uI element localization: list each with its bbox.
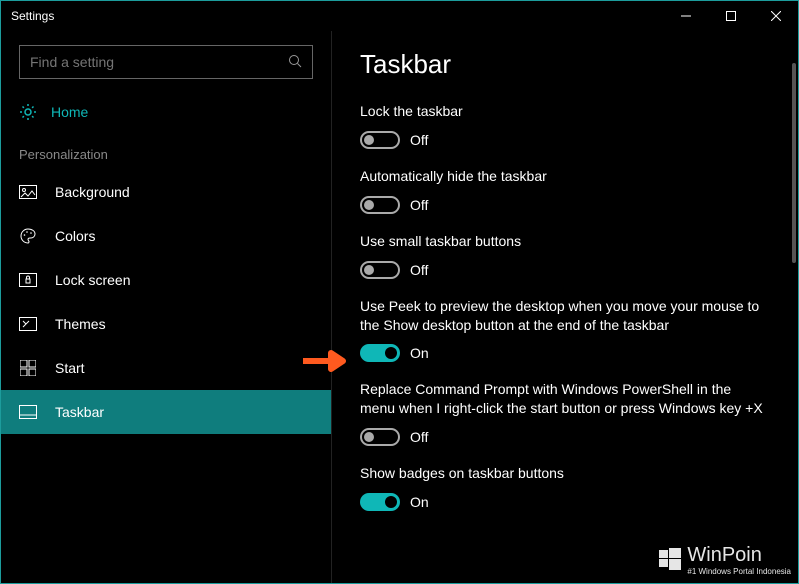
gear-icon <box>19 103 37 121</box>
start-icon <box>19 359 37 377</box>
setting-label: Automatically hide the taskbar <box>360 167 770 186</box>
search-input[interactable] <box>30 54 288 70</box>
setting-label: Use Peek to preview the desktop when you… <box>360 297 770 335</box>
home-label: Home <box>51 104 88 120</box>
watermark-brand: WinPoin <box>687 544 761 566</box>
setting-small-buttons: Use small taskbar buttons Off <box>360 232 770 279</box>
sidebar-item-start[interactable]: Start <box>1 346 331 390</box>
sidebar-item-lockscreen[interactable]: Lock screen <box>1 258 331 302</box>
toggle-auto-hide[interactable] <box>360 196 400 214</box>
annotation-arrow-icon <box>303 349 353 378</box>
home-link[interactable]: Home <box>1 93 331 131</box>
setting-powershell: Replace Command Prompt with Windows Powe… <box>360 380 770 446</box>
setting-label: Show badges on taskbar buttons <box>360 464 770 483</box>
toggle-state: Off <box>410 132 428 148</box>
sidebar-item-label: Lock screen <box>55 272 130 288</box>
sidebar-item-label: Background <box>55 184 130 200</box>
titlebar: Settings <box>1 1 798 31</box>
watermark-tagline: #1 Windows Portal Indonesia <box>687 567 791 576</box>
themes-icon <box>19 315 37 333</box>
close-button[interactable] <box>753 1 798 31</box>
sidebar-item-label: Colors <box>55 228 95 244</box>
scrollbar[interactable] <box>792 63 796 263</box>
sidebar-item-background[interactable]: Background <box>1 170 331 214</box>
toggle-lock-taskbar[interactable] <box>360 131 400 149</box>
page-title: Taskbar <box>360 49 770 80</box>
toggle-small-buttons[interactable] <box>360 261 400 279</box>
taskbar-icon <box>19 403 37 421</box>
window-title: Settings <box>11 9 663 23</box>
setting-badges: Show badges on taskbar buttons On <box>360 464 770 511</box>
setting-label: Lock the taskbar <box>360 102 770 121</box>
setting-peek: Use Peek to preview the desktop when you… <box>360 297 770 363</box>
sidebar-item-taskbar[interactable]: Taskbar <box>1 390 331 434</box>
setting-lock-taskbar: Lock the taskbar Off <box>360 102 770 149</box>
toggle-state: Off <box>410 262 428 278</box>
sidebar-item-colors[interactable]: Colors <box>1 214 331 258</box>
toggle-state: Off <box>410 197 428 213</box>
maximize-button[interactable] <box>708 1 753 31</box>
toggle-powershell[interactable] <box>360 428 400 446</box>
search-box[interactable] <box>19 45 313 79</box>
toggle-peek[interactable] <box>360 344 400 362</box>
main-panel: Taskbar Lock the taskbar Off Automatical… <box>331 31 798 583</box>
setting-label: Use small taskbar buttons <box>360 232 770 251</box>
settings-window: Settings Home Personalization Background <box>0 0 799 584</box>
setting-label: Replace Command Prompt with Windows Powe… <box>360 380 770 418</box>
watermark: WinPoin #1 Windows Portal Indonesia <box>659 544 791 576</box>
sidebar-item-label: Start <box>55 360 85 376</box>
toggle-badges[interactable] <box>360 493 400 511</box>
section-label: Personalization <box>1 131 331 170</box>
windows-logo-icon <box>659 548 681 573</box>
toggle-state: On <box>410 494 429 510</box>
toggle-state: Off <box>410 429 428 445</box>
search-icon <box>288 54 302 71</box>
setting-auto-hide: Automatically hide the taskbar Off <box>360 167 770 214</box>
sidebar-item-themes[interactable]: Themes <box>1 302 331 346</box>
toggle-state: On <box>410 345 429 361</box>
sidebar-item-label: Taskbar <box>55 404 104 420</box>
content: Home Personalization Background Colors L… <box>1 31 798 583</box>
window-controls <box>663 1 798 31</box>
palette-icon <box>19 227 37 245</box>
image-icon <box>19 183 37 201</box>
lock-icon <box>19 271 37 289</box>
sidebar-item-label: Themes <box>55 316 106 332</box>
sidebar: Home Personalization Background Colors L… <box>1 31 331 583</box>
minimize-button[interactable] <box>663 1 708 31</box>
